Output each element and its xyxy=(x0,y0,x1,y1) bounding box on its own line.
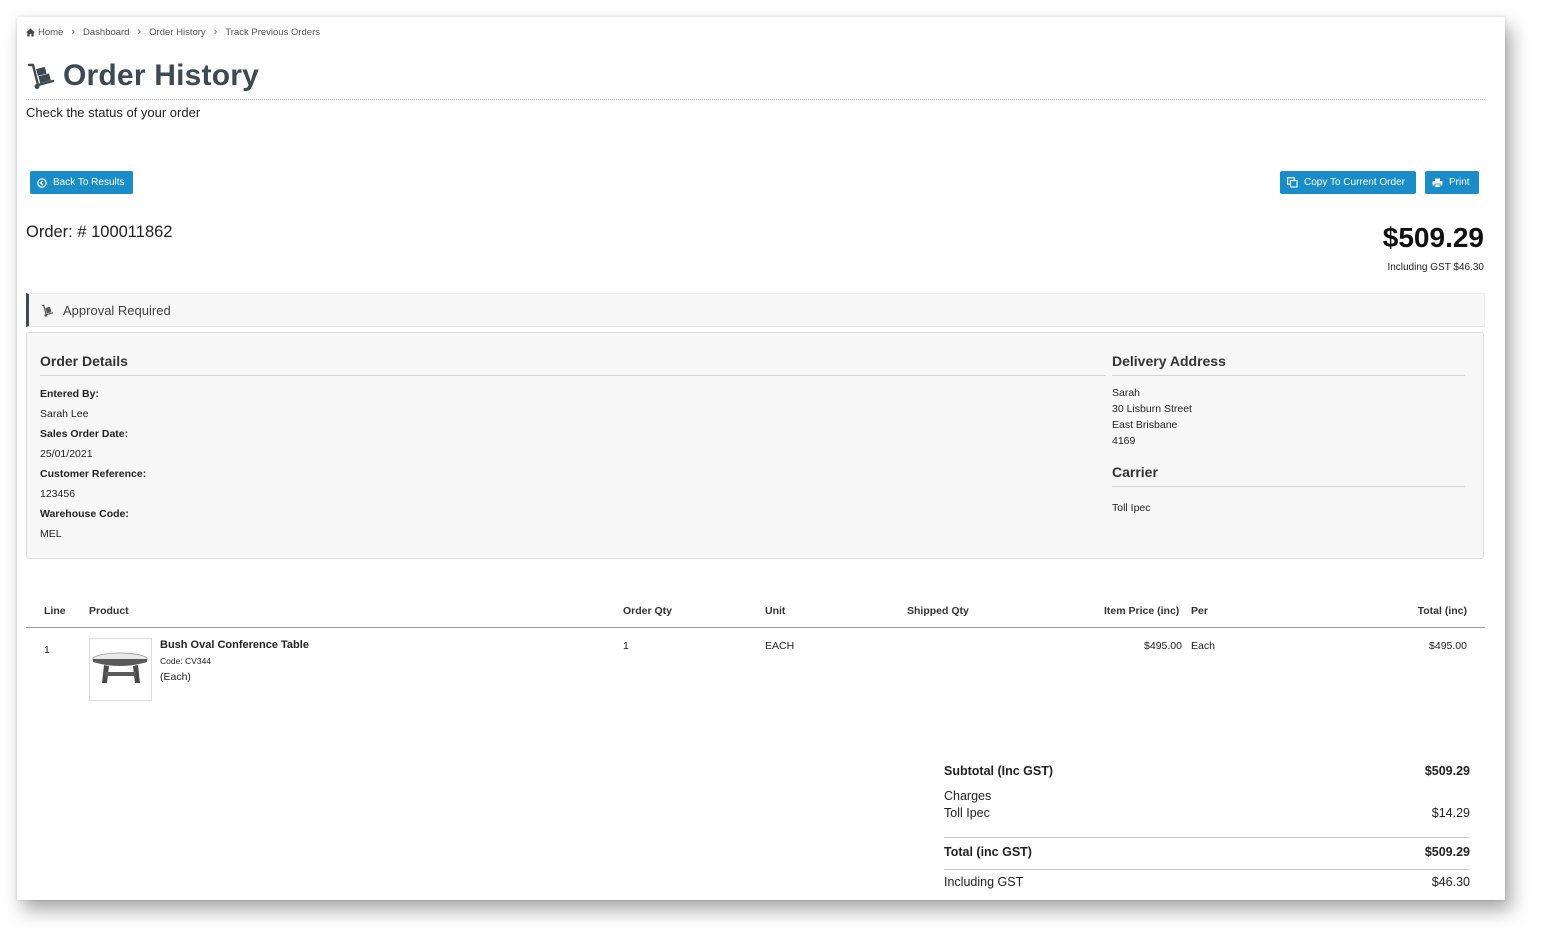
hand-truck-icon xyxy=(41,304,54,317)
product-name-link[interactable]: Bush Oval Conference Table xyxy=(160,639,309,651)
entered-by-value: Sarah Lee xyxy=(40,408,89,420)
order-details-heading: Order Details xyxy=(40,353,1106,376)
sales-order-date-label: Sales Order Date: xyxy=(40,428,129,440)
column-header-per: Per xyxy=(1191,605,1208,617)
delivery-address-line: East Brisbane xyxy=(1112,419,1178,431)
table-header-divider xyxy=(26,627,1485,628)
printer-icon xyxy=(1432,178,1443,188)
customer-reference-value: 123456 xyxy=(40,488,76,500)
carrier-value: Toll Ipec xyxy=(1112,502,1151,514)
subtotal-label: Subtotal (Inc GST) xyxy=(944,764,1054,778)
charges-label: Charges xyxy=(944,789,992,803)
page-frame: Home › Dashboard › Order History › Track… xyxy=(17,17,1505,900)
delivery-address-heading: Delivery Address xyxy=(1112,353,1465,376)
page-subtitle: Check the status of your order xyxy=(26,105,201,120)
row-order-qty: 1 xyxy=(623,640,629,652)
warehouse-code-value: MEL xyxy=(40,528,62,540)
row-per: Each xyxy=(1191,640,1215,652)
order-number: Order: # 100011862 xyxy=(26,223,173,241)
order-gst: Including GST $46.30 xyxy=(1387,262,1484,273)
order-status-bar: Approval Required xyxy=(26,293,1485,327)
delivery-address: Sarah 30 Lisburn Street East Brisbane 41… xyxy=(1112,385,1192,449)
warehouse-code-label: Warehouse Code: xyxy=(40,508,129,520)
column-header-product: Product xyxy=(89,605,129,617)
print-button[interactable]: Print xyxy=(1425,171,1479,194)
circle-arrow-left-icon xyxy=(37,177,47,188)
delivery-address-line: 30 Lisburn Street xyxy=(1112,403,1192,415)
total-label: Total (inc GST) xyxy=(944,845,1032,859)
subtotal-value: $509.29 xyxy=(1424,764,1470,778)
row-total: $495.00 xyxy=(1429,640,1467,652)
title-divider xyxy=(26,99,1485,100)
hand-truck-icon xyxy=(27,63,55,89)
charge-value: $14.29 xyxy=(1431,806,1470,820)
page-header: Order History xyxy=(27,59,259,93)
chevron-right-icon: › xyxy=(71,26,76,38)
product-info: Bush Oval Conference Table Code: CV344 (… xyxy=(160,639,309,683)
product-thumbnail[interactable] xyxy=(89,638,152,701)
sales-order-date-value: 25/01/2021 xyxy=(40,448,93,460)
chevron-right-icon: › xyxy=(137,26,142,38)
copy-icon xyxy=(1287,177,1298,188)
conference-table-image xyxy=(92,652,148,683)
breadcrumb: Home › Dashboard › Order History › Track… xyxy=(26,26,320,38)
carrier-heading: Carrier xyxy=(1112,464,1465,487)
breadcrumb-home[interactable]: Home xyxy=(38,27,63,38)
column-header-item-price: Item Price (inc) xyxy=(1104,605,1180,617)
totals-divider xyxy=(944,837,1470,838)
column-header-shipped-qty: Shipped Qty xyxy=(907,605,969,617)
back-to-results-button[interactable]: Back To Results xyxy=(30,171,133,194)
row-unit: EACH xyxy=(765,640,795,652)
column-header-order-qty: Order Qty xyxy=(623,605,673,617)
product-code: Code: CV344 xyxy=(160,656,212,666)
entered-by-label: Entered By: xyxy=(40,388,99,400)
column-header-unit: Unit xyxy=(765,605,786,617)
charge-name: Toll Ipec xyxy=(944,806,990,820)
gst-label: Including GST xyxy=(944,875,1024,889)
column-header-line: Line xyxy=(44,605,66,617)
breadcrumb-dashboard[interactable]: Dashboard xyxy=(83,27,129,38)
row-line-number: 1 xyxy=(44,644,50,656)
gst-value: $46.30 xyxy=(1431,875,1470,889)
print-label: Print xyxy=(1449,177,1470,188)
page-title: Order History xyxy=(63,59,259,92)
delivery-address-line: 4169 xyxy=(1112,435,1136,447)
total-value: $509.29 xyxy=(1424,845,1470,859)
breadcrumb-order-history[interactable]: Order History xyxy=(149,27,205,38)
chevron-right-icon: › xyxy=(213,26,218,38)
copy-to-current-order-label: Copy To Current Order xyxy=(1304,177,1405,188)
breadcrumb-track-previous-orders[interactable]: Track Previous Orders xyxy=(225,27,320,38)
back-to-results-label: Back To Results xyxy=(53,177,125,188)
copy-to-current-order-button[interactable]: Copy To Current Order xyxy=(1280,171,1416,194)
delivery-address-line: Sarah xyxy=(1112,387,1141,399)
customer-reference-label: Customer Reference: xyxy=(40,468,147,480)
order-details-panel: Order Details Entered By: Sarah Lee Sale… xyxy=(26,332,1484,559)
home-icon xyxy=(26,27,35,37)
order-total: $509.29 xyxy=(1382,222,1484,253)
column-header-total: Total (inc) xyxy=(1417,605,1467,617)
order-status-text: Approval Required xyxy=(63,302,171,318)
product-unit-note: (Each) xyxy=(160,671,191,683)
totals-divider xyxy=(944,869,1470,870)
row-item-price: $495.00 xyxy=(1144,640,1182,652)
